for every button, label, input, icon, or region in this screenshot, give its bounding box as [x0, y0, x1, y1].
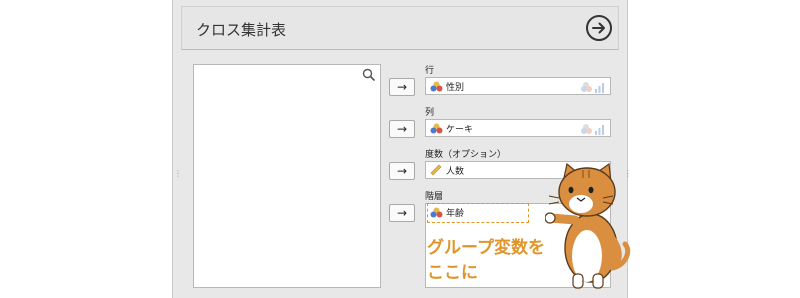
right-splitter-grip[interactable]: ⋮	[624, 170, 632, 178]
move-to-counts-button[interactable]: →	[389, 162, 415, 180]
variable-list[interactable]	[193, 64, 381, 288]
callout-text: グループ変数を ここに	[427, 236, 545, 286]
cat-mascot	[545, 162, 631, 289]
columns-slot[interactable]: ケーキ	[425, 119, 611, 137]
go-arrow-icon	[592, 22, 605, 34]
move-to-rows-button[interactable]: →	[389, 78, 415, 96]
page-title: クロス集計表	[196, 21, 287, 39]
layers-label: 階層	[425, 192, 444, 202]
rows-value: 性別	[446, 83, 465, 93]
nominal-type-icon	[581, 124, 604, 135]
callout-line2: ここに	[427, 263, 478, 283]
highlight-box	[427, 203, 529, 223]
options-panel: クロス集計表 → 行 性別 → 列 ケーキ → 度数（オプション） 人数 → 階…	[172, 0, 631, 298]
nominal-type-icon	[581, 82, 604, 93]
columns-value: ケーキ	[446, 125, 474, 135]
nominal-icon	[430, 123, 443, 134]
search-icon[interactable]	[362, 68, 376, 82]
counts-value: 人数	[446, 167, 465, 177]
columns-label: 列	[425, 108, 435, 118]
counts-label: 度数（オプション）	[425, 150, 507, 160]
move-to-layers-button[interactable]: →	[389, 204, 415, 222]
rows-slot[interactable]: 性別	[425, 77, 611, 95]
go-button[interactable]	[586, 15, 612, 41]
rows-label: 行	[425, 66, 435, 76]
move-to-columns-button[interactable]: →	[389, 120, 415, 138]
callout-line1: グループ変数を	[427, 238, 545, 258]
left-splitter-grip[interactable]: ⋮	[174, 170, 182, 178]
ruler-icon	[430, 164, 442, 176]
panel-header: クロス集計表	[181, 6, 619, 50]
nominal-icon	[430, 81, 443, 92]
